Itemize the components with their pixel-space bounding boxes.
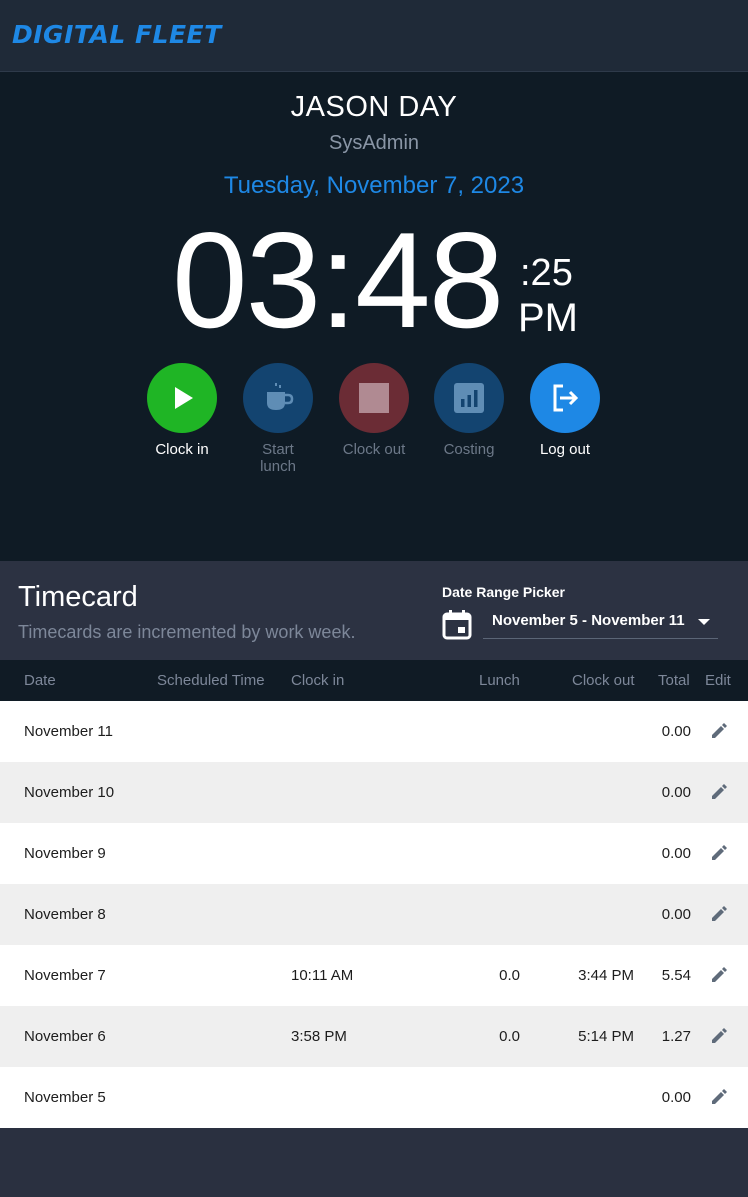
log-out-circle[interactable] — [530, 363, 600, 433]
timecard-title: Timecard — [18, 581, 138, 613]
header-date: Date — [24, 672, 56, 689]
timecard-table-body: November 11 0.00 November 10 0.00 Novemb… — [0, 701, 748, 1128]
clock-out-circle[interactable] — [339, 363, 409, 433]
play-icon — [175, 387, 193, 409]
row-clock-in: 10:11 AM — [291, 967, 354, 984]
table-row: November 7 10:11 AM 0.0 3:44 PM 5.54 — [0, 945, 748, 1006]
clock-ampm: PM — [518, 296, 578, 340]
date-range-picker-label: Date Range Picker — [442, 584, 565, 600]
digital-fleet-logo: DIGITAL FLEET — [12, 20, 222, 49]
row-date: November 10 — [24, 784, 115, 801]
timecard-header: Timecard Timecards are incremented by wo… — [0, 561, 748, 660]
edit-pencil-icon[interactable] — [710, 783, 728, 805]
start-lunch-button[interactable]: Start lunch — [228, 363, 328, 475]
coffee-cup-icon — [267, 383, 294, 410]
log-out-label: Log out — [539, 441, 591, 458]
clock-panel: JASON DAY SysAdmin Tuesday, November 7, … — [0, 72, 748, 561]
costing-button[interactable]: Costing — [419, 363, 519, 458]
costing-circle[interactable] — [434, 363, 504, 433]
table-row: November 5 0.00 — [0, 1067, 748, 1128]
top-app-bar: DIGITAL FLEET — [0, 0, 748, 72]
row-total: 0.00 — [661, 845, 691, 862]
header-total: Total — [658, 672, 690, 689]
table-row: November 11 0.00 — [0, 701, 748, 762]
edit-pencil-icon[interactable] — [710, 966, 728, 988]
clock-in-label: Clock in — [155, 441, 209, 458]
user-role: SysAdmin — [328, 132, 420, 154]
edit-pencil-icon[interactable] — [710, 1088, 728, 1110]
bottom-bar — [0, 1128, 748, 1197]
row-total: 0.00 — [661, 723, 691, 740]
row-total: 0.00 — [661, 906, 691, 923]
date-range-value: November 5 - November 11 — [492, 612, 685, 629]
table-row: November 10 0.00 — [0, 762, 748, 823]
edit-pencil-icon[interactable] — [710, 1027, 728, 1049]
row-clock-out: 5:14 PM — [578, 1028, 634, 1045]
caret-down-icon — [698, 619, 710, 625]
table-row: November 9 0.00 — [0, 823, 748, 884]
header-clock-in: Clock in — [291, 672, 345, 689]
header-scheduled-time: Scheduled Time — [157, 672, 265, 689]
clock-out-label: Clock out — [342, 441, 406, 458]
user-name: JASON DAY — [290, 91, 458, 123]
row-date: November 8 — [24, 906, 106, 923]
row-total: 0.00 — [661, 784, 691, 801]
clock-seconds: :25 — [520, 252, 573, 294]
calendar-icon[interactable] — [441, 609, 473, 641]
costing-label: Costing — [443, 441, 495, 458]
row-total: 0.00 — [661, 1089, 691, 1106]
header-lunch: Lunch — [479, 672, 520, 689]
clock-out-button[interactable]: Clock out — [324, 363, 424, 458]
bar-chart-icon — [454, 383, 484, 413]
row-date: November 9 — [24, 845, 106, 862]
row-date: November 11 — [24, 723, 113, 740]
row-clock-in: 3:58 PM — [291, 1028, 347, 1045]
clock-time: 03:48 — [172, 204, 504, 356]
edit-pencil-icon[interactable] — [710, 722, 728, 744]
row-total: 1.27 — [661, 1028, 691, 1045]
log-out-button[interactable]: Log out — [515, 363, 615, 458]
row-date: November 7 — [24, 967, 106, 984]
row-lunch: 0.0 — [499, 967, 520, 984]
table-row: November 6 3:58 PM 0.0 5:14 PM 1.27 — [0, 1006, 748, 1067]
row-date: November 6 — [24, 1028, 106, 1045]
edit-pencil-icon[interactable] — [710, 905, 728, 927]
row-total: 5.54 — [661, 967, 691, 984]
clock-in-circle[interactable] — [147, 363, 217, 433]
current-date: Tuesday, November 7, 2023 — [223, 172, 525, 199]
edit-pencil-icon[interactable] — [710, 844, 728, 866]
date-range-select[interactable]: November 5 - November 11 — [483, 607, 718, 639]
header-edit: Edit — [705, 672, 731, 689]
logout-icon — [553, 384, 579, 412]
row-date: November 5 — [24, 1089, 106, 1106]
header-clock-out: Clock out — [572, 672, 635, 689]
table-header: Date Scheduled Time Clock in Lunch Clock… — [0, 660, 748, 701]
table-row: November 8 0.00 — [0, 884, 748, 945]
row-lunch: 0.0 — [499, 1028, 520, 1045]
row-clock-out: 3:44 PM — [578, 967, 634, 984]
clock-in-button[interactable]: Clock in — [132, 363, 232, 458]
start-lunch-circle[interactable] — [243, 363, 313, 433]
timecard-subtitle: Timecards are incremented by work week. — [18, 622, 356, 642]
start-lunch-label-line1: Start — [262, 441, 294, 458]
stop-icon — [359, 383, 389, 413]
start-lunch-label-line2: lunch — [260, 458, 296, 475]
